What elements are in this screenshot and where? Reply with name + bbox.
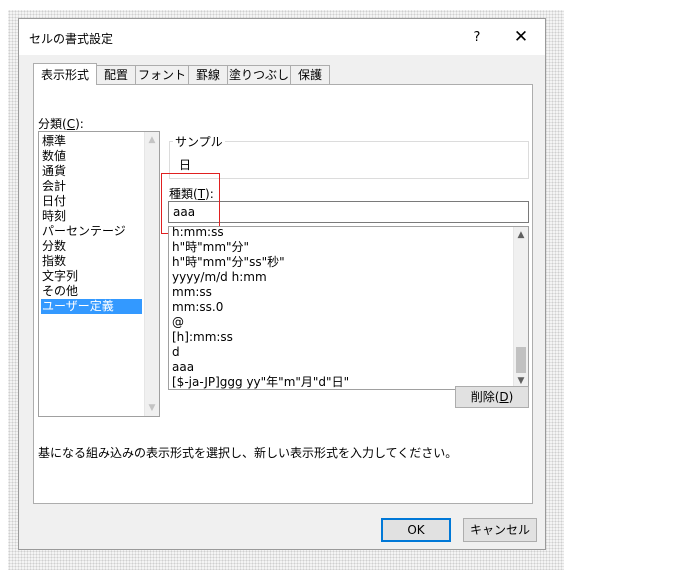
format-code-list[interactable]: h:mm:ss h"時"mm"分" h"時"mm"分"ss"秒" yyyy/m/… (168, 226, 529, 390)
tab-number-format[interactable]: 表示形式 (33, 63, 97, 85)
category-item-currency[interactable]: 通貨 (41, 164, 142, 179)
cancel-button[interactable]: キャンセル (463, 518, 537, 542)
scroll-up-arrow-icon[interactable]: ▲ (514, 228, 528, 242)
tab-alignment[interactable]: 配置 (96, 65, 136, 84)
category-list[interactable]: 標準 数値 通貨 会計 日付 時刻 パーセンテージ 分数 指数 文字列 その他 … (38, 131, 160, 417)
category-item-scientific[interactable]: 指数 (41, 254, 142, 269)
format-item[interactable]: mm:ss (172, 285, 212, 300)
category-scrollbar[interactable]: ▲ ▼ (144, 132, 159, 416)
scroll-down-arrow-icon[interactable]: ▼ (145, 401, 159, 415)
category-item-time[interactable]: 時刻 (41, 209, 142, 224)
description-text: 基になる組み込みの表示形式を選択し、新しい表示形式を入力してください。 (38, 446, 458, 460)
category-item-number[interactable]: 数値 (41, 149, 142, 164)
tab-font[interactable]: フォント (135, 65, 189, 84)
tab-fill[interactable]: 塗りつぶし (227, 65, 291, 84)
help-button[interactable]: ? (465, 27, 489, 49)
sample-label: サンプル (173, 133, 225, 150)
format-item[interactable]: h:mm:ss (172, 227, 224, 240)
dialog-title: セルの書式設定 (29, 32, 114, 46)
sample-value: 日 (179, 158, 192, 172)
format-item[interactable]: aaa (172, 360, 194, 375)
title-bar: セルの書式設定 ? ✕ (19, 19, 545, 55)
format-item[interactable]: h"時"mm"分" (172, 240, 249, 255)
format-item[interactable]: [$-ja-JP]ggg yy"年"m"月"d"日" (172, 375, 349, 389)
format-item[interactable]: [h]:mm:ss (172, 330, 233, 345)
scroll-up-arrow-icon[interactable]: ▲ (145, 133, 159, 147)
close-button[interactable]: ✕ (507, 25, 535, 49)
category-item-accounting[interactable]: 会計 (41, 179, 142, 194)
format-item[interactable]: yyyy/m/d h:mm (172, 270, 267, 285)
category-label: 分類(C): (38, 117, 84, 131)
format-item[interactable]: @ (172, 315, 184, 330)
category-item-special[interactable]: その他 (41, 284, 142, 299)
format-scrollbar[interactable]: ▲ ▼ (513, 227, 528, 389)
highlight-box (161, 173, 220, 234)
format-item[interactable]: d (172, 345, 180, 360)
category-item-custom[interactable]: ユーザー定義 (41, 299, 142, 314)
category-item-percentage[interactable]: パーセンテージ (41, 224, 142, 239)
scroll-thumb[interactable] (516, 347, 526, 373)
tab-strip: 表示形式 配置 フォント 罫線 塗りつぶし 保護 (33, 63, 533, 85)
category-item-date[interactable]: 日付 (41, 194, 142, 209)
type-input[interactable] (168, 201, 529, 223)
category-item-text[interactable]: 文字列 (41, 269, 142, 284)
delete-button[interactable]: 削除(D) (455, 386, 529, 408)
tab-protection[interactable]: 保護 (290, 65, 330, 84)
format-item[interactable]: h"時"mm"分"ss"秒" (172, 255, 285, 270)
format-cells-dialog: セルの書式設定 ? ✕ 表示形式 配置 フォント 罫線 塗りつぶし 保護 分類(… (18, 18, 546, 550)
ok-button[interactable]: OK (381, 518, 451, 542)
format-item[interactable]: mm:ss.0 (172, 300, 223, 315)
category-item-standard[interactable]: 標準 (41, 134, 142, 149)
category-item-fraction[interactable]: 分数 (41, 239, 142, 254)
tab-border[interactable]: 罫線 (188, 65, 228, 84)
